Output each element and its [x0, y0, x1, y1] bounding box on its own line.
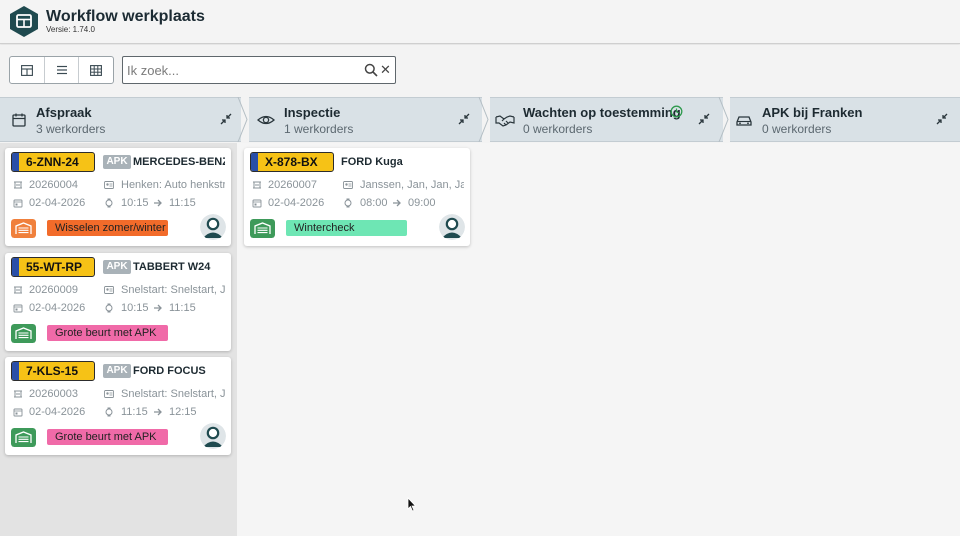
app-version: Versie: 1.74.0	[46, 25, 95, 34]
column-separator	[237, 97, 248, 142]
search-box: ✕	[122, 56, 396, 84]
clear-search-icon[interactable]: ✕	[380, 62, 392, 78]
mechanic-avatar-icon[interactable]	[200, 214, 226, 240]
customer-name: Snelstart: Snelstart, Jan	[121, 284, 225, 296]
clock-icon	[670, 105, 683, 118]
work-type-tag: Grote beurt met APK	[47, 325, 168, 341]
mechanic-avatar-icon[interactable]	[439, 214, 465, 240]
end-time: 11:15	[169, 197, 196, 209]
work-type-tag: Wisselen zomer/winter	[47, 220, 168, 236]
collapse-column-icon[interactable]	[219, 112, 233, 126]
column-header-inspectie: Inspectie 1 werkorders	[249, 97, 482, 142]
customer-name: Henken: Auto henkstraat	[121, 179, 225, 191]
appointment-date: 02-04-2026	[29, 197, 86, 209]
column-header-wachten: Wachten op toestemming 0 werkorders	[490, 97, 723, 142]
garage-icon[interactable]	[11, 324, 36, 343]
search-icon[interactable]	[364, 63, 378, 77]
column-title: APK bij Franken	[762, 105, 863, 120]
column-header-afspraak: Afspraak 3 werkorders	[0, 97, 241, 142]
mechanic-avatar-icon[interactable]	[200, 423, 226, 449]
column-header-apk-bij-franken: APK bij Franken 0 werkorders	[730, 97, 960, 142]
eu-strip	[12, 153, 19, 171]
eu-strip	[12, 258, 19, 276]
start-time: 11:15	[121, 406, 148, 418]
column-count: 1 werkorders	[284, 122, 354, 136]
workorder-card[interactable]: 55-WT-RP APK TABBERT W24 20260009 Snelstart:…	[5, 253, 231, 351]
search-input[interactable]	[127, 61, 357, 80]
order-number: 20260003	[29, 388, 78, 400]
apk-badge: APK	[103, 260, 131, 274]
grid-icon	[90, 64, 103, 76]
work-type-tag: Grote beurt met APK	[47, 429, 168, 445]
column-count: 0 werkorders	[523, 122, 593, 136]
plate-number: 6-ZNN-24	[26, 155, 79, 169]
eye-icon	[257, 115, 275, 125]
view-switcher	[9, 56, 114, 84]
column-title: Afspraak	[36, 105, 92, 120]
end-time: 11:15	[169, 302, 196, 314]
app-title: Workflow werkplaats	[46, 8, 205, 25]
appointment-date: 02-04-2026	[29, 406, 86, 418]
collapse-column-icon[interactable]	[697, 112, 711, 126]
collapse-column-icon[interactable]	[457, 112, 471, 126]
appointment-date: 02-04-2026	[29, 302, 86, 314]
calendar-icon	[12, 113, 26, 127]
plate-number: X-878-BX	[265, 155, 318, 169]
license-plate: 55-WT-RP	[11, 257, 95, 277]
start-time: 10:15	[121, 302, 149, 314]
list-icon	[56, 65, 67, 75]
work-type-tag: Wintercheck	[286, 220, 407, 236]
garage-icon[interactable]	[11, 219, 36, 238]
app-logo-icon	[10, 6, 38, 37]
order-number: 20260009	[29, 284, 78, 296]
end-time: 09:00	[408, 197, 436, 209]
vehicle-model: FORD FOCUS	[133, 365, 206, 377]
workorder-card[interactable]: 7-KLS-15 APK FORD FOCUS 20260003 Snelstart: …	[5, 357, 231, 455]
plate-number: 55-WT-RP	[26, 260, 83, 274]
garage-icon[interactable]	[11, 428, 36, 447]
eu-strip	[12, 362, 19, 380]
app-header: Workflow werkplaats Versie: 1.74.0	[0, 0, 960, 44]
order-number: 20260007	[268, 179, 317, 191]
vehicle-model: TABBERT W24	[133, 261, 211, 273]
toolbar: ✕	[0, 45, 960, 97]
handshake-icon	[495, 115, 515, 127]
board-icon	[20, 64, 33, 76]
license-plate: 6-ZNN-24	[11, 152, 95, 172]
apk-badge: APK	[103, 155, 131, 169]
workorder-card[interactable]: X-878-BX FORD Kuga 20260007 Janssen, Jan, J…	[244, 148, 470, 246]
garage-icon[interactable]	[250, 219, 275, 238]
column-separator	[478, 97, 489, 142]
license-plate: 7-KLS-15	[11, 361, 95, 381]
eu-strip	[251, 153, 258, 171]
mouse-cursor-icon	[407, 497, 417, 512]
car-icon	[736, 116, 752, 126]
collapse-column-icon[interactable]	[935, 112, 949, 126]
list-view-button[interactable]	[45, 57, 80, 83]
license-plate: X-878-BX	[250, 152, 334, 172]
customer-name: Janssen, Jan, Jan, Jan	[360, 179, 464, 191]
column-separator	[718, 97, 729, 142]
workorder-card[interactable]: 6-ZNN-24 APKMERCEDES-BENZ ACTROS 20260004 H…	[5, 148, 231, 246]
column-title: Wachten op toestemming	[523, 105, 681, 120]
plate-number: 7-KLS-15	[26, 364, 79, 378]
order-number: 20260004	[29, 179, 78, 191]
apk-badge: APK	[103, 364, 131, 378]
customer-name: Snelstart: Snelstart, Jan	[121, 388, 225, 400]
column-title: Inspectie	[284, 105, 341, 120]
end-time: 12:15	[169, 406, 197, 418]
board-view-button[interactable]	[10, 57, 45, 83]
vehicle-model: MERCEDES-BENZ ACTROS	[133, 156, 225, 168]
appointment-date: 02-04-2026	[268, 197, 325, 209]
start-time: 10:15	[121, 197, 149, 209]
grid-view-button[interactable]	[79, 57, 113, 83]
column-count: 3 werkorders	[36, 122, 106, 136]
start-time: 08:00	[360, 197, 388, 209]
vehicle-model: FORD Kuga	[341, 156, 403, 168]
column-count: 0 werkorders	[762, 122, 832, 136]
